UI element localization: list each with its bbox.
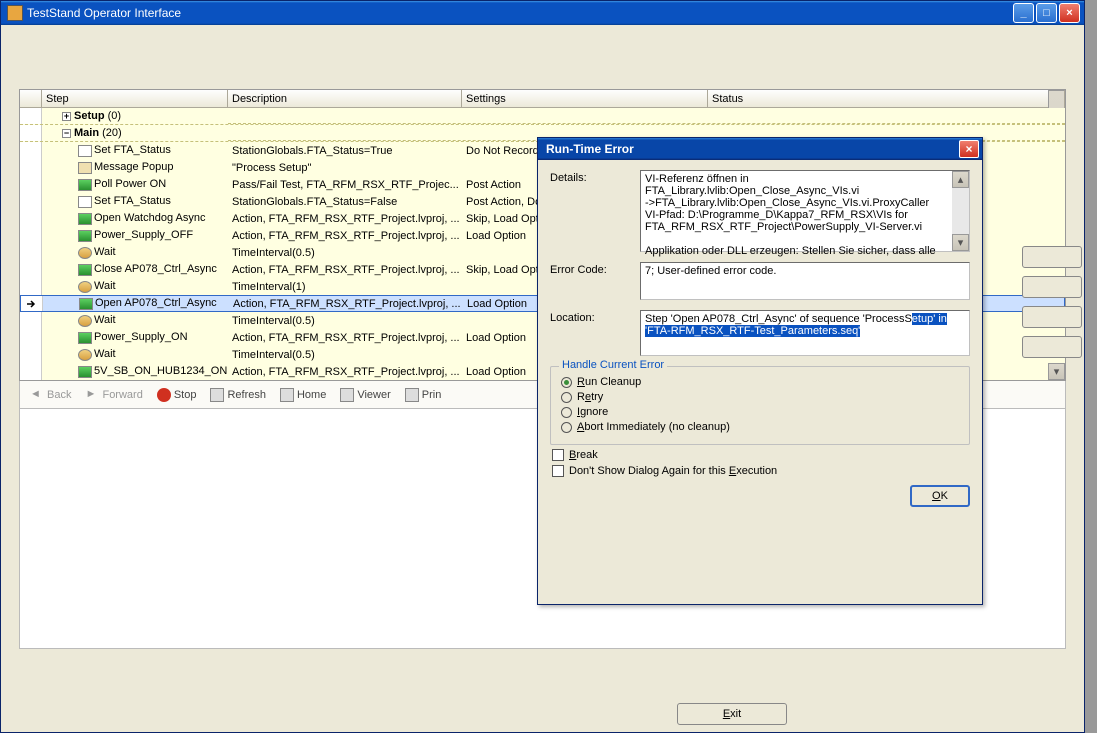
check-dontshow[interactable]: Don't Show Dialog Again for this Executi… (552, 465, 970, 477)
step-icon (78, 349, 92, 361)
back-button[interactable]: ◄Back (24, 386, 77, 404)
app-icon (7, 5, 23, 21)
step-icon (78, 247, 92, 259)
close-button[interactable]: × (1059, 3, 1080, 23)
step-icon (78, 366, 92, 378)
errorcode-label: Error Code: (550, 262, 634, 276)
handle-error-title: Handle Current Error (559, 359, 667, 371)
main-titlebar[interactable]: TestStand Operator Interface _ □ × (1, 1, 1084, 25)
radio-icon (561, 422, 572, 433)
step-icon (78, 315, 92, 327)
scroll-down-button[interactable]: ▾ (1048, 363, 1065, 380)
ok-button[interactable]: OK (910, 485, 970, 507)
exit-button[interactable]: Exit (677, 703, 787, 725)
step-icon (78, 196, 92, 208)
main-title: TestStand Operator Interface (27, 6, 1013, 20)
col-description[interactable]: Description (228, 90, 462, 107)
radio-run-cleanup[interactable]: Run Cleanup (561, 376, 959, 388)
step-icon (78, 230, 92, 242)
radio-retry[interactable]: Retry (561, 391, 959, 403)
viewer-button[interactable]: Viewer (334, 386, 396, 404)
group-row[interactable]: +Setup (0) (20, 108, 1065, 125)
minimize-button[interactable]: _ (1013, 3, 1034, 23)
print-icon (405, 388, 419, 402)
stop-icon (157, 388, 171, 402)
step-icon (78, 264, 92, 276)
step-icon (78, 162, 92, 174)
dialog-close-button[interactable]: × (959, 140, 979, 158)
back-icon: ◄ (30, 388, 44, 402)
radio-abort[interactable]: Abort Immediately (no cleanup) (561, 421, 959, 433)
viewer-icon (340, 388, 354, 402)
radio-icon (561, 392, 572, 403)
handle-error-group: Handle Current Error Run Cleanup Retry I… (550, 366, 970, 445)
col-status[interactable]: Status (708, 90, 1065, 107)
radio-icon (561, 407, 572, 418)
side-button-3[interactable] (1022, 306, 1082, 328)
col-step[interactable]: Step (42, 90, 228, 107)
home-icon (280, 388, 294, 402)
forward-button[interactable]: ►Forward (79, 386, 148, 404)
details-scroll-up[interactable]: ▴ (952, 171, 969, 188)
step-icon (78, 332, 92, 344)
side-button-4[interactable] (1022, 336, 1082, 358)
dialog-title: Run-Time Error (546, 142, 959, 156)
forward-icon: ► (85, 388, 99, 402)
step-icon (78, 179, 92, 191)
step-icon (78, 145, 92, 157)
refresh-button[interactable]: Refresh (204, 386, 272, 404)
stop-button[interactable]: Stop (151, 386, 203, 404)
location-label: Location: (550, 310, 634, 324)
details-scroll-down[interactable]: ▾ (952, 234, 969, 251)
radio-ignore[interactable]: Ignore (561, 406, 959, 418)
print-button[interactable]: Prin (399, 386, 448, 404)
errorcode-field[interactable]: 7; User-defined error code. (640, 262, 970, 300)
checkbox-icon (552, 449, 564, 461)
runtime-error-dialog: Run-Time Error × Details: VI-Referenz öf… (537, 137, 983, 605)
dialog-titlebar[interactable]: Run-Time Error × (538, 138, 982, 160)
checkbox-icon (552, 465, 564, 477)
refresh-icon (210, 388, 224, 402)
side-button-1[interactable] (1022, 246, 1082, 268)
step-icon (78, 213, 92, 225)
details-label: Details: (550, 170, 634, 184)
check-break[interactable]: Break (552, 449, 970, 461)
radio-icon (561, 377, 572, 388)
side-button-2[interactable] (1022, 276, 1082, 298)
maximize-button[interactable]: □ (1036, 3, 1057, 23)
col-settings[interactable]: Settings (462, 90, 708, 107)
details-field[interactable]: VI-Referenz öffnen in FTA_Library.lvlib:… (640, 170, 970, 252)
grid-header: Step Description Settings Status ▴ (20, 90, 1065, 108)
home-button[interactable]: Home (274, 386, 332, 404)
step-icon (78, 281, 92, 293)
location-field[interactable]: Step 'Open AP078_Ctrl_Async' of sequence… (640, 310, 970, 356)
step-icon (79, 298, 93, 310)
